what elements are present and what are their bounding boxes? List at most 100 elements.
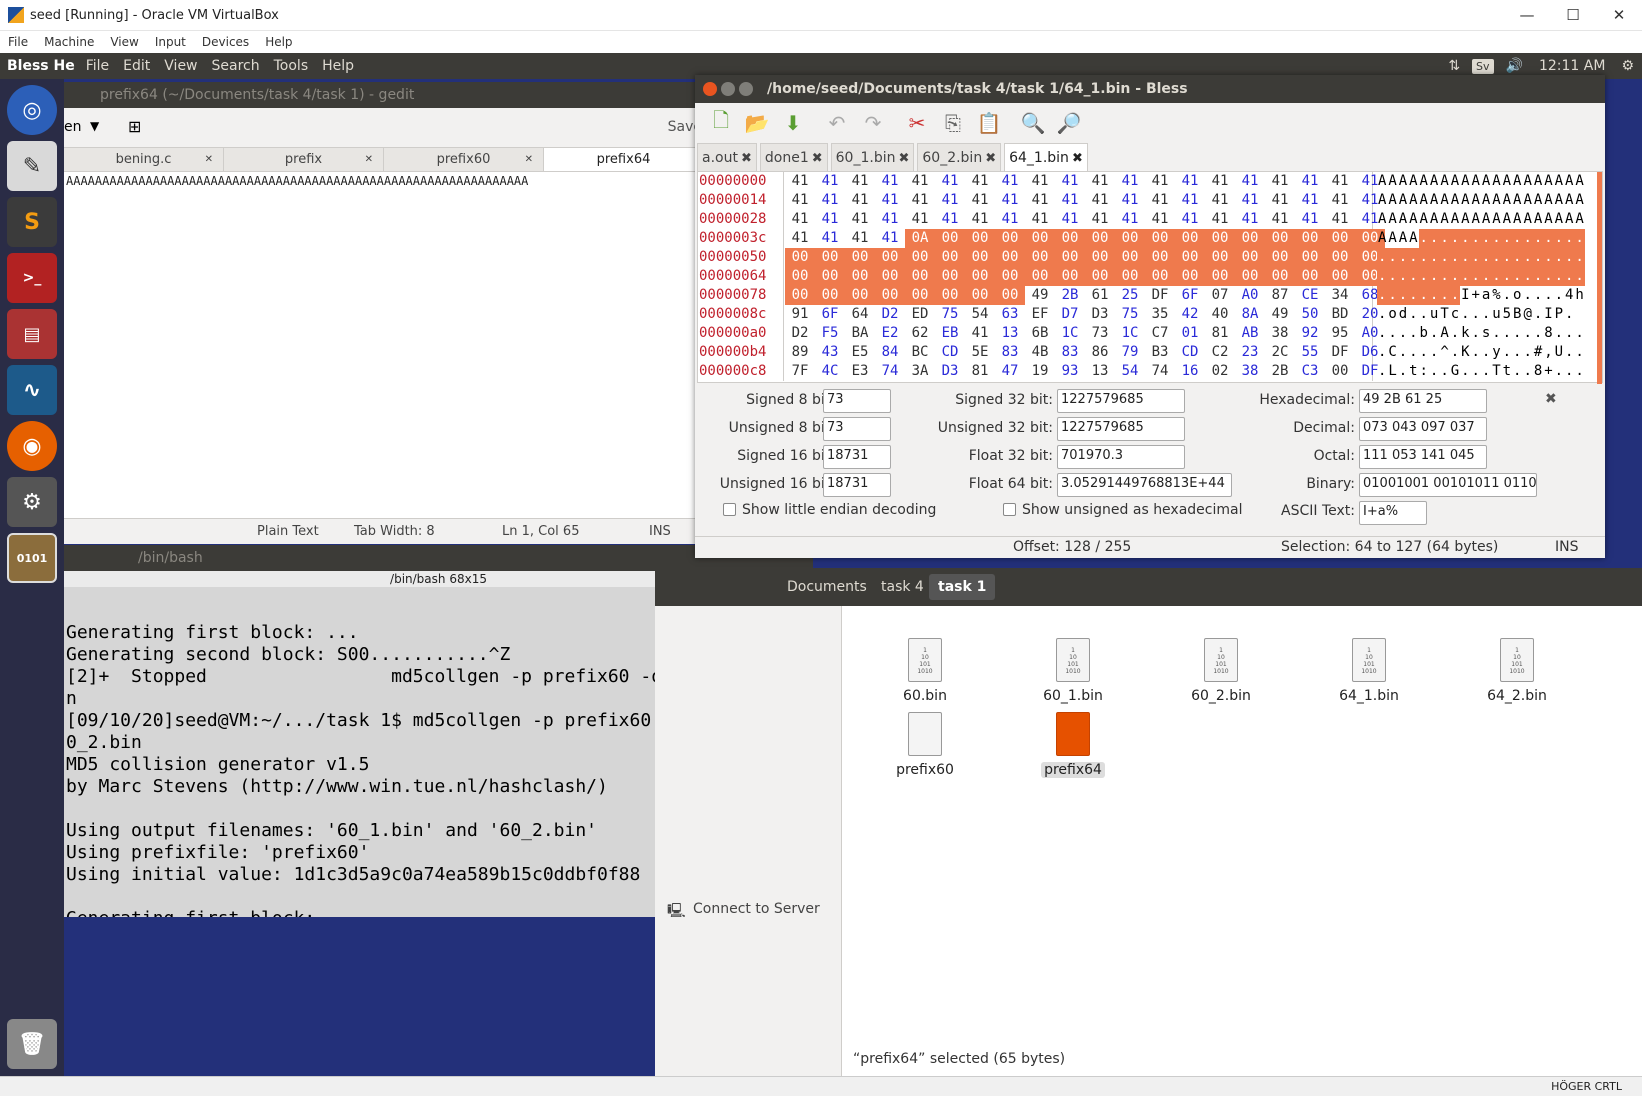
ascii-row[interactable]: .................... [1377, 248, 1593, 267]
hex-byte[interactable]: 93 [1055, 362, 1085, 381]
hex-byte[interactable]: 74 [1145, 362, 1175, 381]
wireshark-icon[interactable]: ∿ [7, 365, 57, 415]
hex-byte[interactable]: 00 [1295, 229, 1325, 248]
tab-prefix[interactable]: prefix ✕ [224, 148, 384, 171]
minimize-icon[interactable] [721, 82, 735, 96]
hex-byte[interactable]: 40 [1205, 305, 1235, 324]
bless-menu-file[interactable]: File [79, 58, 116, 74]
hex-byte[interactable]: EB [935, 324, 965, 343]
hex-byte[interactable]: 00 [1115, 248, 1145, 267]
vbox-menu-file[interactable]: File [0, 35, 36, 49]
hex-byte[interactable]: 41 [1115, 172, 1145, 191]
hex-byte[interactable]: 89 [785, 343, 815, 362]
hex-row[interactable]: 89 43 E5 84 BC CD 5E 83 4B 83 86 79 B3 CD C2 23 2C 55 DF D6 [785, 343, 1379, 362]
hex-byte[interactable]: 41 [1325, 210, 1355, 229]
bless-hex-editor-icon[interactable]: 0101 [7, 533, 57, 583]
hex-byte[interactable]: 00 [965, 248, 995, 267]
hex-byte[interactable]: 35 [1145, 305, 1175, 324]
keyboard-layout-indicator[interactable]: Sv [1472, 58, 1494, 74]
ascii-row[interactable]: ........ I + a%. o.... 4 h [1377, 286, 1593, 305]
tab-prefix60[interactable]: prefix60 ✕ [384, 148, 544, 171]
trash-icon[interactable]: 🗑 [7, 1019, 57, 1069]
hex-byte[interactable]: 41 [1325, 191, 1355, 210]
float-64-field[interactable]: 3.05291449768813E+44 [1057, 473, 1232, 497]
hex-byte[interactable]: B3 [1145, 343, 1175, 362]
hex-byte[interactable]: D2 [875, 305, 905, 324]
signed-32-field[interactable]: 1227579685 [1057, 389, 1185, 413]
hex-byte[interactable]: 00 [905, 267, 935, 286]
close-icon[interactable]: ✕ [1596, 0, 1642, 31]
paste-icon[interactable]: 📋 [971, 111, 1007, 135]
signed-16-field[interactable]: 18731 [823, 445, 891, 469]
hex-byte[interactable]: 00 [1325, 229, 1355, 248]
hex-byte[interactable]: 83 [1055, 343, 1085, 362]
file-item[interactable]: prefix60 [875, 712, 975, 778]
ascii-row[interactable]: . o d.. u Tc... u 5 B @. I P. [1377, 305, 1593, 324]
ascii-row[interactable]: AAAAAAAAAAAAAAAAAAAA [1377, 172, 1593, 191]
hex-byte[interactable]: 41 [1025, 210, 1055, 229]
close-tab-icon[interactable]: ✕ [525, 148, 533, 172]
ascii-column[interactable]: AAAAAAAAAAAAAAAAAAAAAAAAAAAAAAAAAAAAAAAA… [1375, 172, 1593, 381]
hex-byte[interactable]: 00 [935, 229, 965, 248]
file-item[interactable]: 1 10 101 1010 60_1.bin [1023, 638, 1123, 704]
ubuntu-dash-icon[interactable]: ◎ [7, 85, 57, 135]
ascii-row[interactable]: AAAA................ [1377, 229, 1593, 248]
hex-byte[interactable]: 00 [1085, 267, 1115, 286]
hex-byte[interactable]: 00 [1175, 267, 1205, 286]
tab-60-2-bin[interactable]: 60_2.bin ✖ [917, 143, 1002, 171]
unsigned-16-field[interactable]: 18731 [823, 473, 891, 497]
settings-gear-icon[interactable]: ⚙ [1613, 58, 1642, 74]
hex-byte[interactable]: 41 [1085, 172, 1115, 191]
hex-byte[interactable]: 41 [1265, 172, 1295, 191]
hex-byte[interactable]: 00 [1325, 248, 1355, 267]
hex-byte[interactable]: 23 [1235, 343, 1265, 362]
cursor-position[interactable]: Ln 1, Col 65 [502, 524, 579, 539]
unsigned-32-field[interactable]: 1227579685 [1057, 417, 1185, 441]
server-icon[interactable]: 🖳 [667, 900, 686, 924]
hex-byte[interactable]: 79 [1115, 343, 1145, 362]
hex-byte[interactable]: 6B [1025, 324, 1055, 343]
close-tab-icon[interactable]: ✕ [205, 148, 213, 172]
hex-byte[interactable]: 00 [845, 286, 875, 305]
ascii-row[interactable]: . C.... ^. K.. y... #, U.. [1377, 343, 1593, 362]
file-manager-icon[interactable]: ▤ [7, 309, 57, 359]
insert-mode-indicator[interactable]: INS [1555, 539, 1579, 555]
hex-byte[interactable]: 41 [935, 210, 965, 229]
hex-byte[interactable]: 01 [1175, 324, 1205, 343]
hex-row[interactable]: 91 6F 64 D2 ED 75 54 63 EF D7 D3 75 35 42 40 8A 49 50 BD 20 [785, 305, 1379, 324]
hex-byte[interactable]: 50 [1295, 305, 1325, 324]
connect-to-server-item[interactable]: Connect to Server [693, 901, 820, 917]
hex-byte[interactable]: 73 [1085, 324, 1115, 343]
hex-byte[interactable]: 00 [965, 229, 995, 248]
hex-byte[interactable]: 00 [995, 267, 1025, 286]
hex-byte[interactable]: 41 [1205, 210, 1235, 229]
vbox-menu-devices[interactable]: Devices [194, 35, 257, 49]
decimal-field[interactable]: 073 043 097 037 [1359, 417, 1487, 441]
hex-byte[interactable]: 2B [1055, 286, 1085, 305]
hex-byte[interactable]: 75 [935, 305, 965, 324]
hex-byte[interactable]: 43 [815, 343, 845, 362]
hex-byte[interactable]: 41 [875, 229, 905, 248]
hex-byte[interactable]: 41 [1205, 191, 1235, 210]
close-tab-icon[interactable]: ✕ [365, 148, 373, 172]
close-tab-icon[interactable]: ✖ [812, 151, 823, 166]
hex-byte[interactable]: CE [1295, 286, 1325, 305]
hex-byte[interactable]: 41 [845, 229, 875, 248]
hex-byte[interactable]: E2 [875, 324, 905, 343]
hex-byte[interactable]: 13 [1085, 362, 1115, 381]
hex-byte[interactable]: 41 [965, 191, 995, 210]
hex-byte[interactable]: 4B [1025, 343, 1055, 362]
hex-byte[interactable]: 54 [1115, 362, 1145, 381]
hex-byte[interactable]: 00 [1235, 229, 1265, 248]
hex-row[interactable]: D2 F5 BA E2 62 EB 41 13 6B 1C 73 1C C7 01 81 AB 38 92 95 A0 [785, 324, 1379, 343]
hex-byte[interactable]: 41 [1205, 172, 1235, 191]
hex-byte[interactable]: 00 [1055, 248, 1085, 267]
bless-menu-edit[interactable]: Edit [116, 58, 157, 74]
hex-byte[interactable]: 41 [995, 210, 1025, 229]
vbox-menu-view[interactable]: View [102, 35, 146, 49]
hex-byte[interactable]: 00 [1205, 229, 1235, 248]
hex-byte[interactable]: 1C [1055, 324, 1085, 343]
float-32-field[interactable]: 701970.3 [1057, 445, 1185, 469]
hex-byte[interactable]: 47 [995, 362, 1025, 381]
hex-byte[interactable]: 41 [1175, 210, 1205, 229]
